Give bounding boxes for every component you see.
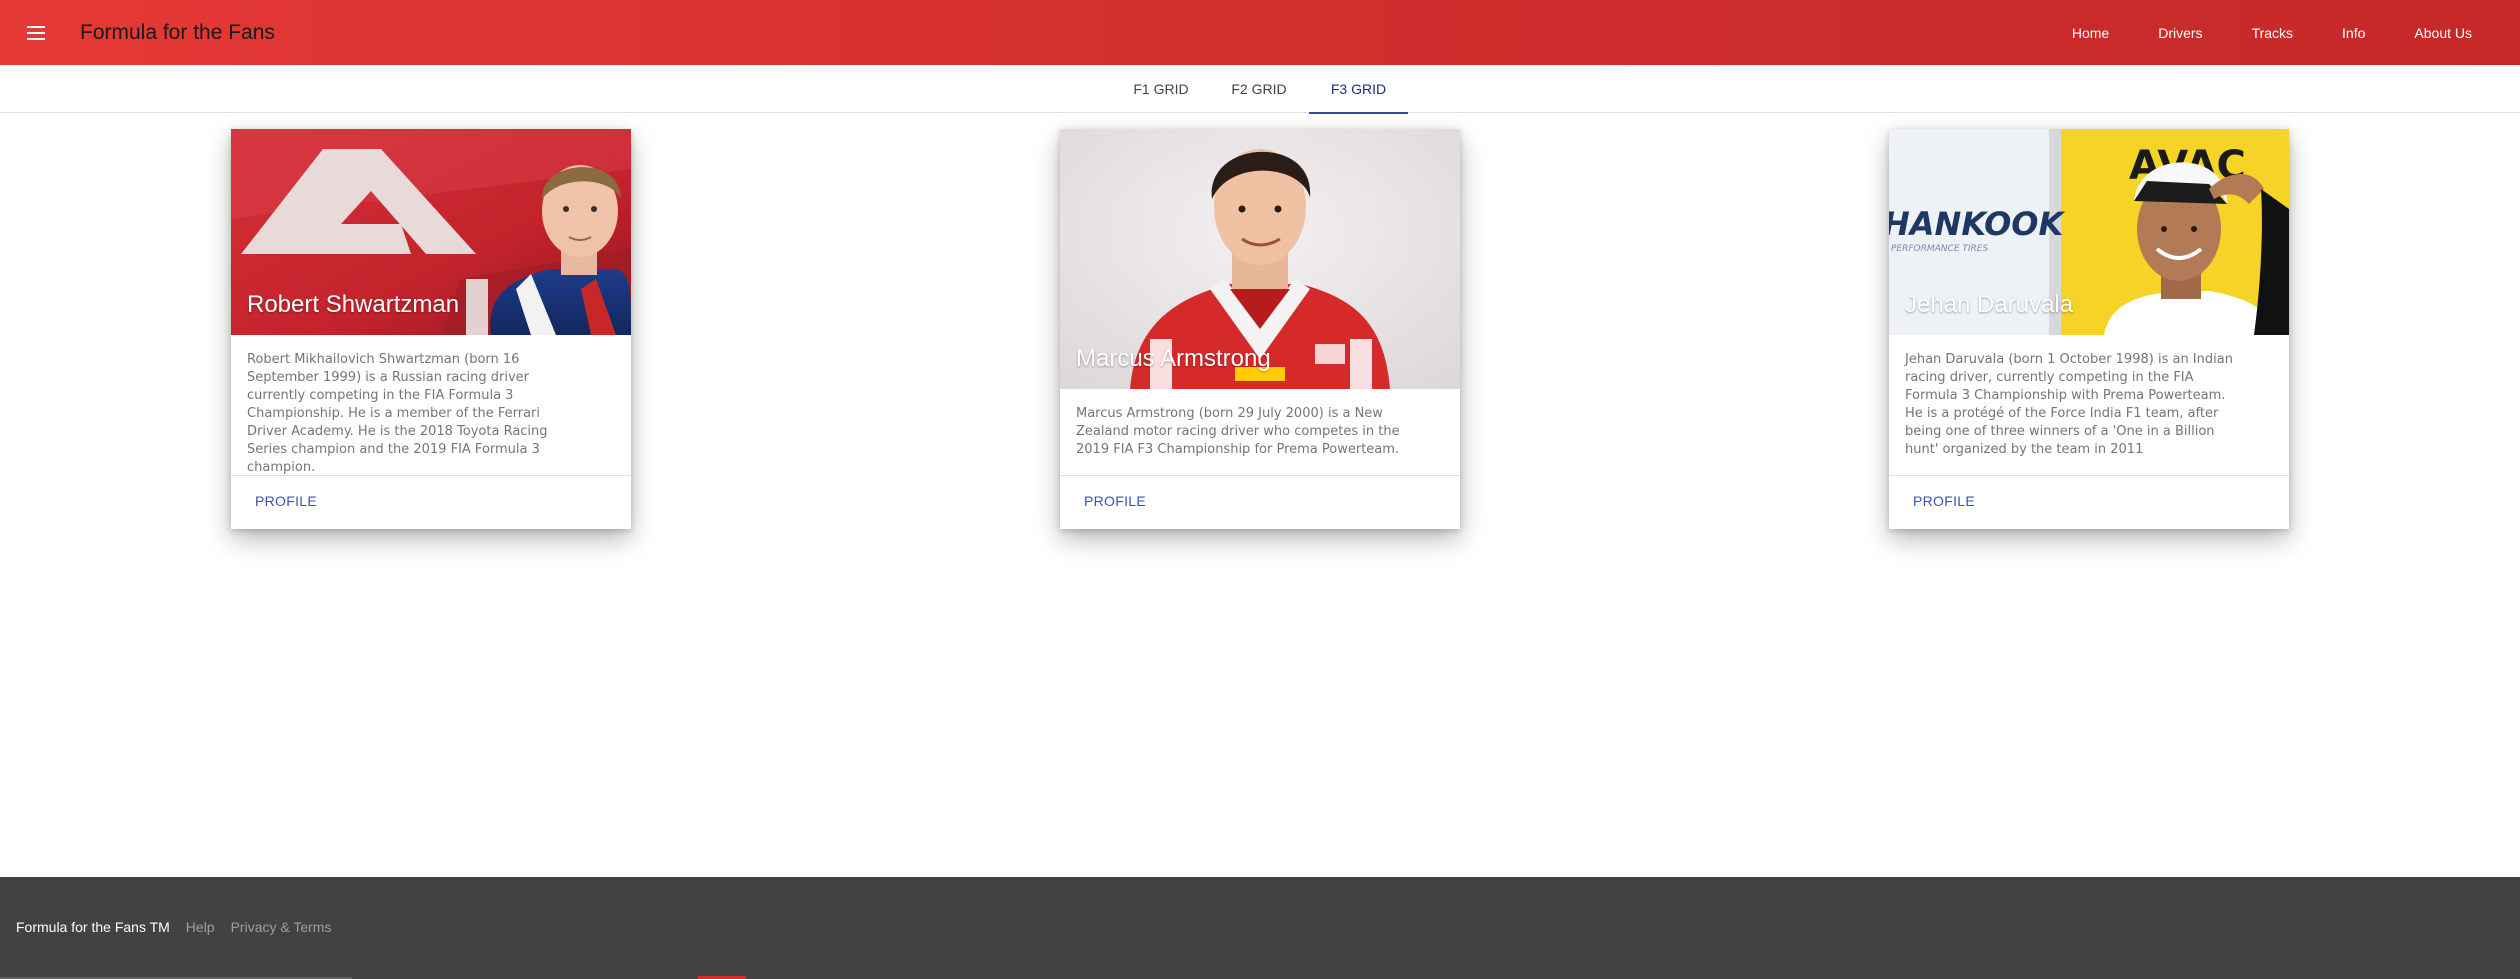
- driver-description: Jehan Daruvala (born 1 October 1998) is …: [1905, 352, 2233, 457]
- nav-tracks-link[interactable]: Tracks: [2252, 25, 2293, 41]
- nav-home-link[interactable]: Home: [2072, 25, 2109, 41]
- footer: Formula for the Fans TM Help Privacy & T…: [0, 877, 2520, 979]
- profile-button[interactable]: PROFILE: [1084, 493, 1146, 509]
- driver-photo: Marcus Armstrong: [1060, 129, 1460, 389]
- menu-line: [27, 25, 45, 28]
- driver-photo: HANKOOK PERFORMANCE TIRES AVAC Jehan Dar…: [1889, 129, 2289, 335]
- driver-description: Robert Mikhailovich Shwartzman (born 16 …: [247, 352, 548, 475]
- driver-name: Robert Shwartzman: [247, 291, 460, 318]
- footer-privacy-terms-link[interactable]: Privacy & Terms: [231, 919, 332, 935]
- driver-name: Marcus Armstrong: [1076, 345, 1271, 372]
- nav-info-link[interactable]: Info: [2342, 25, 2365, 41]
- footer-help-link[interactable]: Help: [186, 919, 215, 935]
- top-nav: Home Drivers Tracks Info About Us: [2023, 0, 2472, 65]
- profile-button[interactable]: PROFILE: [1913, 493, 1975, 509]
- menu-line: [27, 31, 45, 34]
- driver-card: HANKOOK PERFORMANCE TIRES AVAC Jehan Dar…: [1889, 129, 2289, 529]
- driver-card: Robert Shwartzman Robert Mikhailovich Sh…: [231, 129, 631, 529]
- grid-tabs: F1 GRID F2 GRID F3 GRID: [0, 65, 2520, 114]
- footer-brand: Formula for the Fans TM: [16, 919, 170, 935]
- profile-button[interactable]: PROFILE: [255, 493, 317, 509]
- app-bar: Formula for the Fans Home Drivers Tracks…: [0, 0, 2520, 65]
- nav-drivers-link[interactable]: Drivers: [2158, 25, 2202, 41]
- sponsor-subtext: PERFORMANCE TIRES: [1891, 244, 1988, 254]
- driver-photo: Robert Shwartzman: [231, 129, 631, 335]
- nav-about-us-link[interactable]: About Us: [2414, 25, 2472, 41]
- tab-f1-grid[interactable]: F1 GRID: [1113, 65, 1209, 113]
- hamburger-menu-icon[interactable]: [16, 13, 56, 53]
- tab-f3-grid[interactable]: F3 GRID: [1309, 65, 1408, 114]
- sponsor-hankook-text: HANKOOK: [1889, 205, 2065, 243]
- app-title: Formula for the Fans: [80, 20, 275, 44]
- driver-description: Marcus Armstrong (born 29 July 2000) is …: [1076, 406, 1400, 457]
- tab-f2-grid[interactable]: F2 GRID: [1209, 65, 1309, 113]
- driver-name: Jehan Daruvala: [1905, 291, 2074, 318]
- menu-line: [27, 37, 45, 40]
- card-divider: [1889, 475, 2289, 476]
- card-divider: [1060, 475, 1460, 476]
- footer-row: Formula for the Fans TM Help Privacy & T…: [16, 919, 347, 935]
- driver-card: Marcus Armstrong Marcus Armstrong (born …: [1060, 129, 1460, 529]
- card-divider: [231, 475, 631, 476]
